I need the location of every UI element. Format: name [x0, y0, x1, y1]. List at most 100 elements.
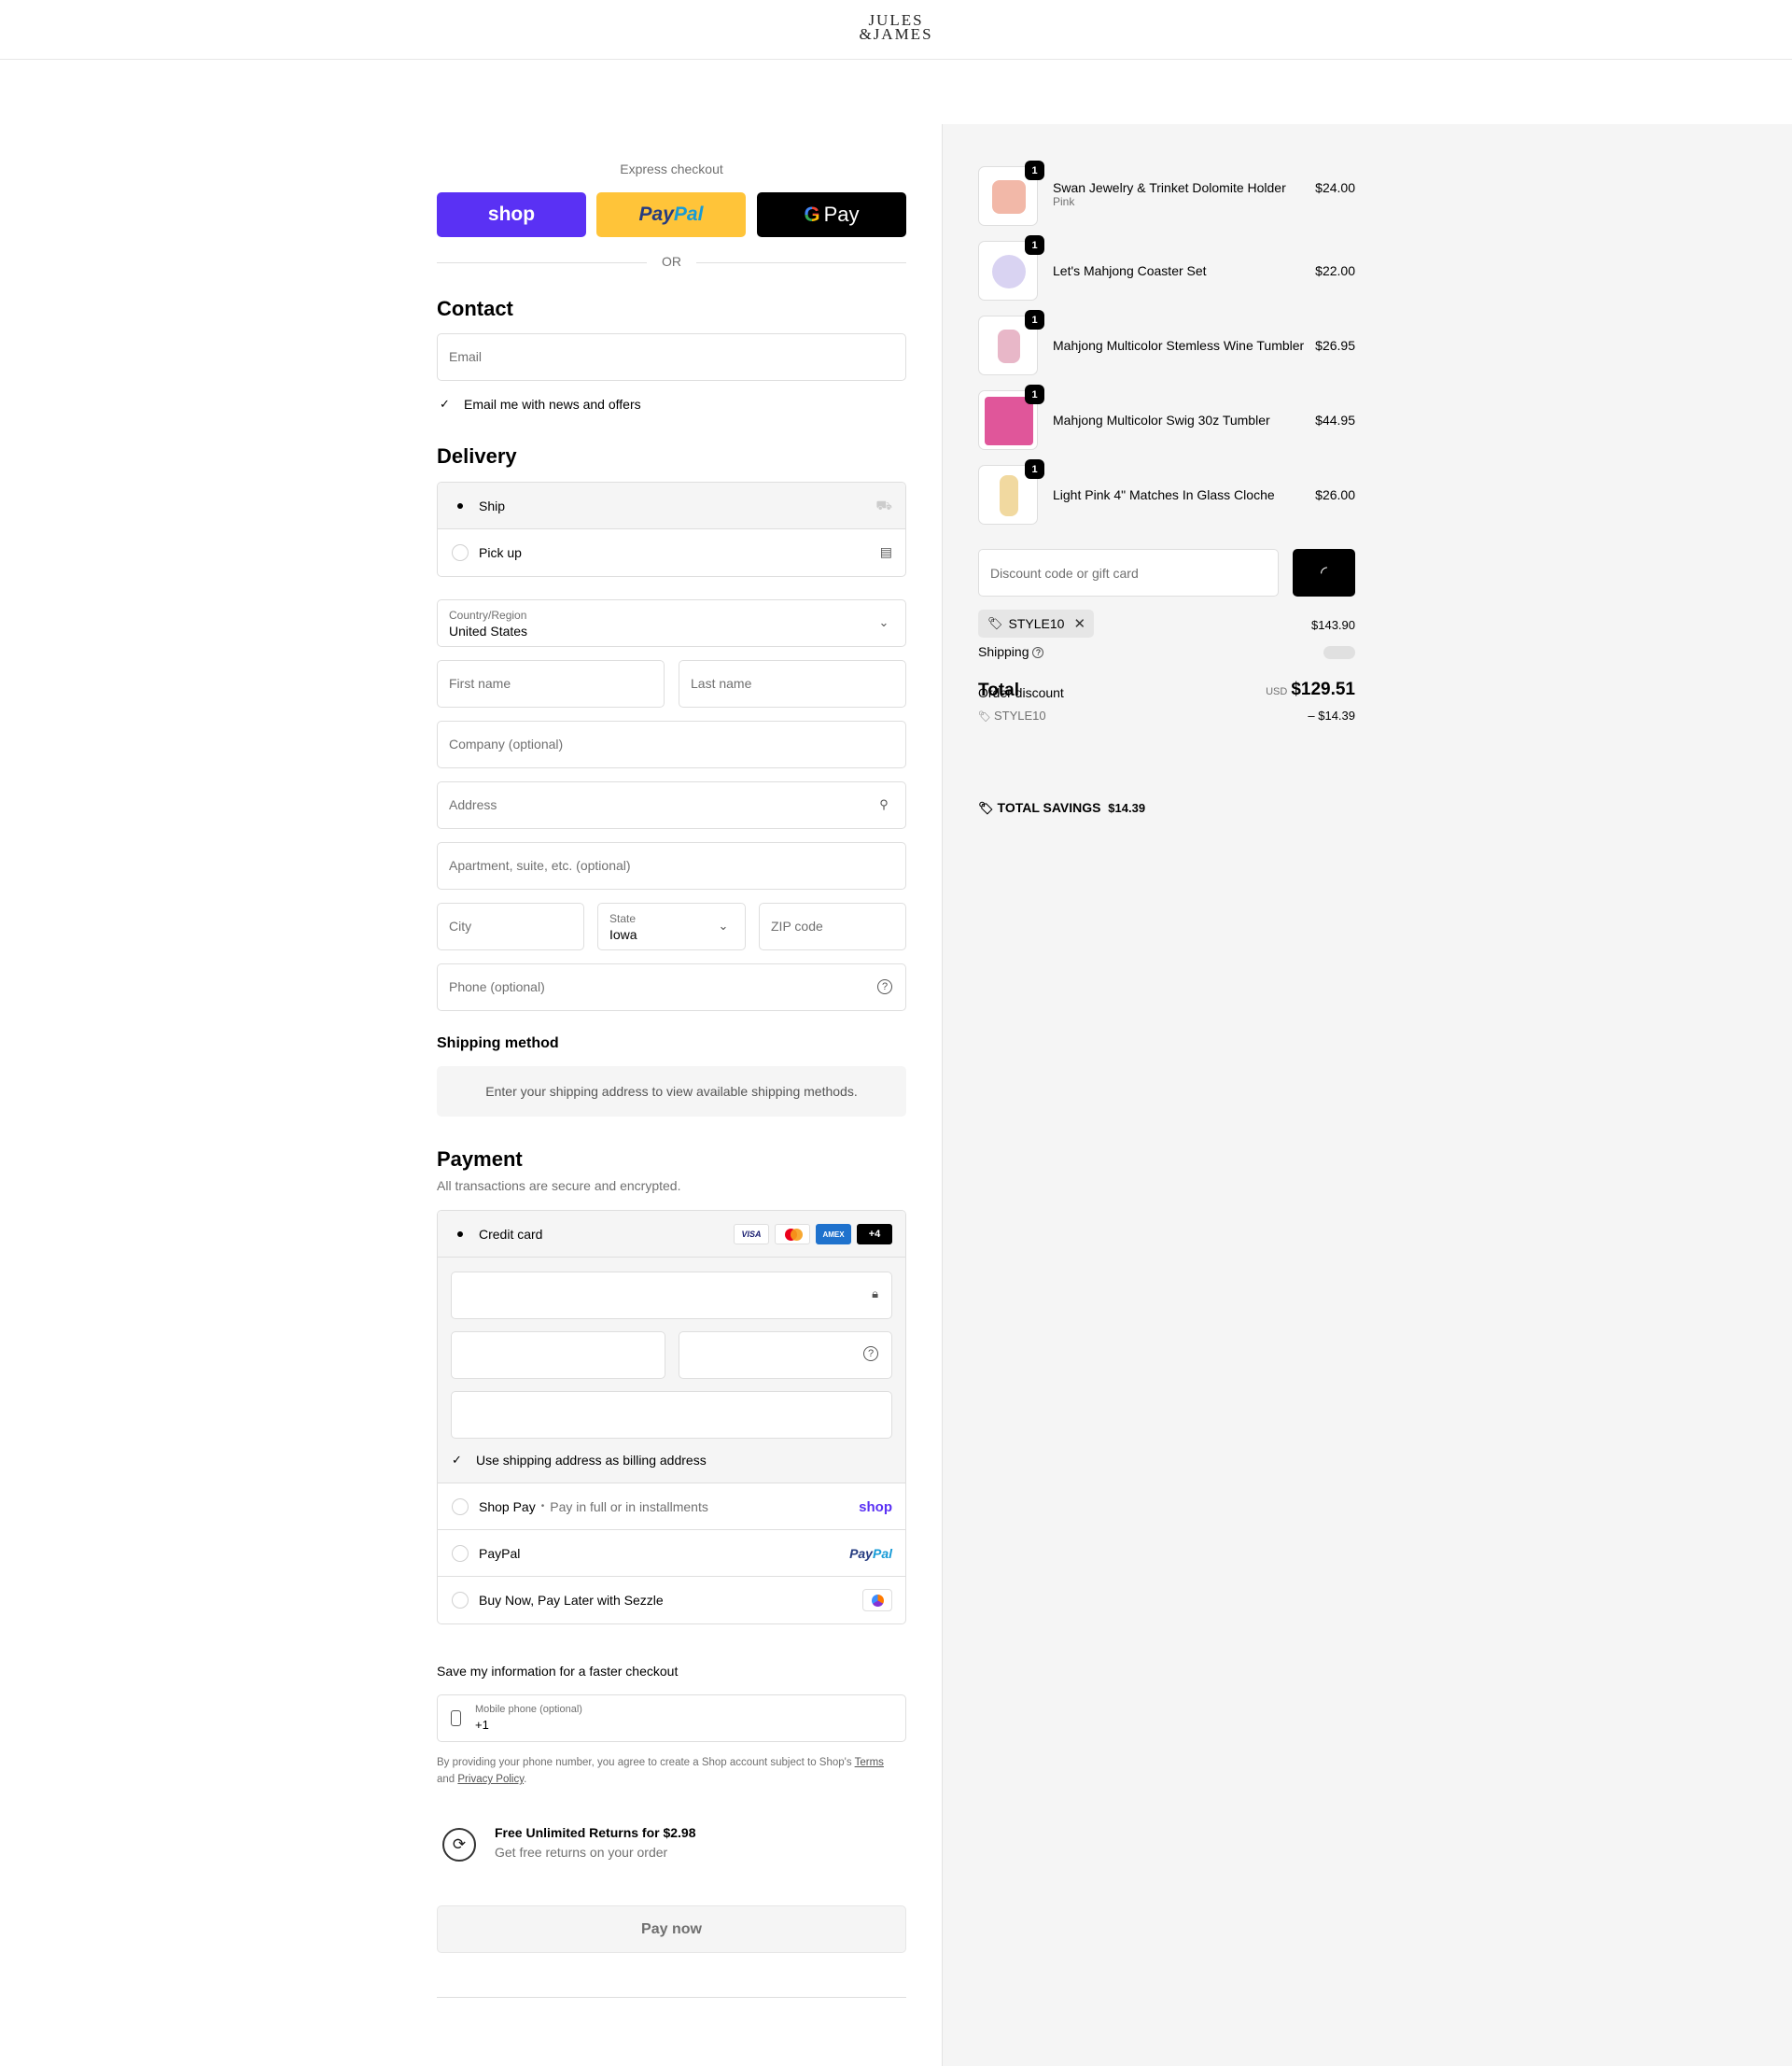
- quantity-badge: 1: [1025, 161, 1044, 180]
- email-field[interactable]: Email: [437, 333, 906, 381]
- google-pay-label: Pay: [823, 203, 860, 226]
- discount-code-field[interactable]: Discount code or gift card: [978, 549, 1279, 597]
- country-select[interactable]: Country/Region United States ⌄: [437, 599, 906, 647]
- logo-line-2: &JAMES: [859, 25, 933, 43]
- state-select[interactable]: State Iowa ⌄: [597, 903, 746, 950]
- product-name: Let's Mahjong Coaster Set: [1053, 263, 1207, 278]
- shop-pay-express-button[interactable]: shop: [437, 192, 586, 237]
- payment-option-credit-card[interactable]: Credit card VISA AMEX +4: [438, 1211, 905, 1258]
- payment-subtitle: All transactions are secure and encrypte…: [437, 1178, 681, 1193]
- payment-option-paypal[interactable]: PayPal PayPal: [438, 1530, 905, 1577]
- zip-placeholder: ZIP code: [771, 919, 823, 934]
- mobile-phone-field[interactable]: Mobile phone (optional) +1: [437, 1694, 906, 1742]
- first-name-field[interactable]: First name: [437, 660, 665, 708]
- google-g-icon: G: [804, 203, 820, 226]
- visa-icon: VISA: [734, 1224, 769, 1244]
- company-placeholder: Company (optional): [449, 737, 564, 752]
- product-price: $26.00: [1315, 487, 1355, 502]
- shipping-loading-placeholder: [1323, 646, 1355, 659]
- sezzle-label: Buy Now, Pay Later with Sezzle: [479, 1593, 664, 1608]
- amex-icon: AMEX: [816, 1224, 851, 1244]
- card-brand-logos: VISA AMEX +4: [734, 1224, 892, 1244]
- total-amount: USD $129.51: [1213, 680, 1355, 700]
- payment-option-sezzle[interactable]: Buy Now, Pay Later with Sezzle: [438, 1577, 905, 1623]
- mobile-phone-label: Mobile phone (optional): [475, 1704, 582, 1715]
- delivery-method-group: Ship ⛟ Pick up ▤: [437, 482, 906, 577]
- shipping-label: Shipping ?: [978, 644, 1044, 659]
- security-code-field[interactable]: ?: [679, 1331, 892, 1379]
- discount-line: 🏷︎ STYLE10: [978, 709, 1046, 723]
- billing-same-checkbox[interactable]: ✓ Use shipping address as billing addres…: [449, 1451, 707, 1469]
- apply-discount-button[interactable]: ◜: [1293, 549, 1355, 597]
- google-pay-express-button[interactable]: G Pay: [757, 192, 906, 237]
- discount-amount: – $14.39: [1308, 709, 1355, 723]
- returns-subtitle: Get free returns on your order: [495, 1845, 668, 1860]
- or-text: OR: [662, 254, 681, 269]
- phone-field[interactable]: Phone (optional) ?: [437, 963, 906, 1011]
- loading-spinner-icon: ◜: [1321, 563, 1327, 582]
- credit-card-form: 🔒︎ ? ✓ Use shipping address as billing a…: [437, 1258, 906, 1483]
- phone-placeholder: Phone (optional): [449, 979, 545, 994]
- first-name-placeholder: First name: [449, 676, 511, 691]
- city-field[interactable]: City: [437, 903, 584, 950]
- product-price: $22.00: [1315, 263, 1355, 278]
- applied-discount-chip: 🏷︎ STYLE10 ✕: [978, 610, 1094, 638]
- paypal-label: PayPal: [479, 1545, 521, 1561]
- product-name: Mahjong Multicolor Swig 30z Tumbler: [1053, 413, 1270, 428]
- apartment-field[interactable]: Apartment, suite, etc. (optional): [437, 842, 906, 890]
- card-number-field[interactable]: 🔒︎: [451, 1272, 892, 1319]
- alt-payment-options: Shop Pay • Pay in full or in installment…: [437, 1483, 906, 1624]
- address-placeholder: Address: [449, 797, 497, 812]
- returns-title: Free Unlimited Returns for $2.98: [495, 1825, 696, 1840]
- save-info-heading: Save my information for a faster checkou…: [437, 1664, 679, 1679]
- legal-end: .: [524, 1774, 527, 1785]
- shop-pay-subtitle: Pay in full or in installments: [550, 1498, 708, 1514]
- email-placeholder: Email: [449, 349, 483, 364]
- expiration-date-field[interactable]: [451, 1331, 665, 1379]
- shop-legal-text: By providing your phone number, you agre…: [437, 1754, 906, 1788]
- delivery-option-ship[interactable]: Ship ⛟: [438, 483, 905, 529]
- legal-and: and: [437, 1774, 458, 1785]
- cart-item: 1 Let's Mahjong Coaster Set $22.00: [978, 235, 1355, 302]
- last-name-placeholder: Last name: [691, 676, 752, 691]
- radio-unselected: [452, 544, 469, 561]
- delivery-option-pickup[interactable]: Pick up ▤: [438, 529, 905, 576]
- help-icon[interactable]: ?: [1032, 647, 1044, 659]
- address-field[interactable]: Address ⚲: [437, 781, 906, 829]
- cart-item: 1 Mahjong Multicolor Swig 30z Tumbler $4…: [978, 385, 1355, 452]
- credit-card-option-group: Credit card VISA AMEX +4: [437, 1210, 906, 1258]
- product-image: [1000, 475, 1018, 516]
- payment-heading: Payment: [437, 1147, 523, 1171]
- site-header: JULES &JAMES: [0, 0, 1792, 60]
- footer-divider: [437, 1997, 906, 1998]
- name-on-card-field[interactable]: [451, 1391, 892, 1439]
- total-label: Total: [978, 681, 1019, 700]
- tag-icon: 🏷︎: [978, 711, 991, 723]
- cart-item: 1 Mahjong Multicolor Stemless Wine Tumbl…: [978, 310, 1355, 377]
- help-icon[interactable]: ?: [877, 979, 892, 994]
- product-name: Mahjong Multicolor Stemless Wine Tumbler: [1053, 338, 1305, 353]
- remove-discount-icon[interactable]: ✕: [1073, 615, 1085, 632]
- product-image: [992, 255, 1026, 288]
- store-logo[interactable]: JULES &JAMES: [854, 12, 938, 43]
- cart-item: 1 Light Pink 4" Matches In Glass Cloche …: [978, 459, 1355, 527]
- help-icon[interactable]: ?: [863, 1346, 878, 1361]
- credit-card-label: Credit card: [479, 1226, 543, 1242]
- radio-selected: [452, 498, 469, 514]
- delivery-heading: Delivery: [437, 444, 517, 468]
- paypal-express-button[interactable]: Pay Pal: [596, 192, 746, 237]
- privacy-policy-link[interactable]: Privacy Policy: [457, 1774, 524, 1785]
- last-name-field[interactable]: Last name: [679, 660, 906, 708]
- pay-now-button[interactable]: Pay now: [437, 1905, 906, 1953]
- payment-option-shop-pay[interactable]: Shop Pay • Pay in full or in installment…: [438, 1483, 905, 1530]
- country-label: Country/Region: [449, 609, 527, 622]
- paypal-logo-pay: Pay: [849, 1546, 873, 1561]
- country-value: United States: [449, 624, 528, 639]
- discount-line-code: STYLE10: [993, 709, 1046, 723]
- zip-field[interactable]: ZIP code: [759, 903, 906, 950]
- newsletter-checkbox[interactable]: ✓ Email me with news and offers: [437, 395, 641, 414]
- terms-link[interactable]: Terms: [855, 1757, 884, 1768]
- checkmark-icon: ✓: [440, 397, 450, 411]
- radio-unselected: [452, 1544, 469, 1562]
- company-field[interactable]: Company (optional): [437, 721, 906, 768]
